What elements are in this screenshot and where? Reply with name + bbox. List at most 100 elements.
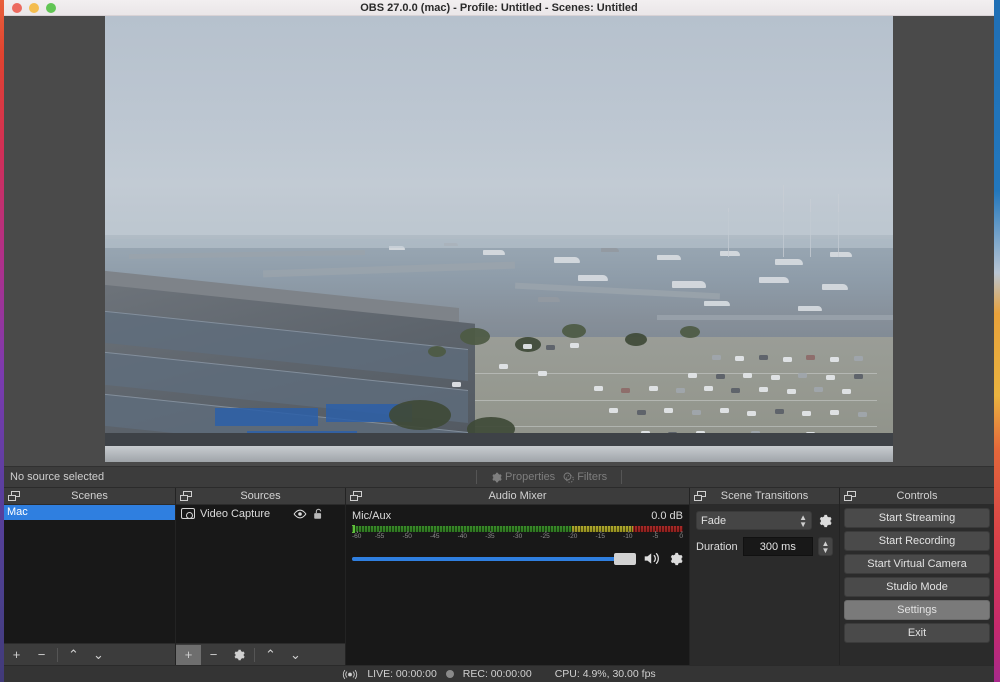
scenes-list[interactable]: Mac	[4, 505, 175, 643]
car	[649, 386, 658, 391]
audio-channel-header: Mic/Aux 0.0 dB	[352, 510, 683, 522]
scenes-dock-header[interactable]: Scenes	[4, 488, 175, 505]
car	[720, 408, 729, 413]
move-scene-up-button[interactable]: ⌃	[61, 645, 86, 665]
car	[830, 357, 839, 362]
car	[787, 389, 796, 394]
sources-dock-header[interactable]: Sources	[176, 488, 345, 505]
volume-slider-handle[interactable]	[614, 553, 636, 565]
meter-tick: -55	[375, 533, 384, 540]
meter-tick: -5	[653, 533, 659, 540]
tree	[428, 346, 446, 357]
move-scene-down-button[interactable]: ⌄	[86, 645, 111, 665]
status-bar: LIVE: 00:00:00 REC: 00:00:00 CPU: 4.9%, …	[4, 665, 994, 682]
car	[594, 386, 603, 391]
car	[704, 386, 713, 391]
scene-transitions-dock-header[interactable]: Scene Transitions	[690, 488, 839, 505]
meter-red-zone	[633, 526, 683, 532]
meter-tick: -35	[485, 533, 494, 540]
car	[688, 373, 697, 378]
properties-button[interactable]: Properties	[487, 471, 559, 483]
car	[499, 364, 508, 369]
speaker-on-icon[interactable]	[643, 551, 662, 566]
unlocked-padlock-icon[interactable]	[312, 508, 325, 520]
transition-dropdown[interactable]: Fade ▲▼	[696, 511, 812, 530]
meter-tick: -25	[540, 533, 549, 540]
tree	[460, 328, 490, 345]
move-source-up-button[interactable]: ⌃	[258, 645, 283, 665]
car	[806, 355, 815, 360]
move-source-down-button[interactable]: ⌄	[283, 645, 308, 665]
sources-dock-title: Sources	[176, 490, 345, 502]
car	[743, 373, 752, 378]
scenes-dock-title: Scenes	[4, 490, 175, 502]
car	[735, 356, 744, 361]
meter-tick: -60	[352, 533, 361, 540]
car	[621, 388, 630, 393]
studio-mode-button[interactable]: Studio Mode	[844, 577, 990, 597]
audio-mixer-dock: Audio Mixer Mic/Aux 0.0 dB	[345, 488, 689, 665]
settings-button[interactable]: Settings	[844, 600, 990, 620]
scene-transitions-dock-title: Scene Transitions	[690, 490, 839, 502]
controls-dock-title: Controls	[840, 490, 994, 502]
filters-button[interactable]: Filters	[559, 471, 611, 483]
audio-mixer-dock-title: Audio Mixer	[346, 490, 689, 502]
remove-source-button[interactable]: −	[201, 645, 226, 665]
boat	[672, 281, 706, 288]
car	[854, 374, 863, 379]
sources-toolbar: + − ⌃ ⌄	[176, 643, 345, 665]
boat	[759, 277, 789, 283]
volume-slider[interactable]	[352, 557, 636, 561]
toolbar-divider	[621, 470, 622, 484]
source-list-item[interactable]: Video Capture	[176, 505, 345, 522]
lot-marking	[452, 400, 878, 401]
eye-icon[interactable]	[293, 509, 307, 519]
start-streaming-button[interactable]: Start Streaming	[844, 508, 990, 528]
boat	[704, 301, 730, 306]
lot-marking	[452, 373, 878, 374]
boat	[798, 306, 822, 311]
spinbox-arrows-icon[interactable]: ▲▼	[818, 537, 833, 556]
tree	[562, 324, 586, 338]
boat	[601, 248, 619, 252]
duration-input[interactable]: 300 ms	[743, 537, 813, 556]
car	[759, 387, 768, 392]
meter-tick: -10	[623, 533, 632, 540]
sources-list[interactable]: Video Capture	[176, 505, 345, 643]
blue-awning	[215, 408, 317, 426]
car	[802, 411, 811, 416]
car	[747, 411, 756, 416]
program-preview-canvas[interactable]	[105, 16, 893, 462]
car	[842, 389, 851, 394]
camera-icon	[181, 508, 195, 519]
preview-area[interactable]	[4, 16, 994, 466]
car	[716, 374, 725, 379]
car	[452, 382, 461, 387]
transition-properties-button[interactable]	[817, 514, 833, 528]
controls-dock-header[interactable]: Controls	[840, 488, 994, 505]
scene-list-item[interactable]: Mac	[4, 505, 175, 520]
exit-button[interactable]: Exit	[844, 623, 990, 643]
boat	[822, 284, 848, 290]
audio-mixer-dock-header[interactable]: Audio Mixer	[346, 488, 689, 505]
add-source-button[interactable]: +	[176, 645, 201, 665]
audio-settings-gear-icon[interactable]	[669, 552, 683, 566]
audio-meter-scale: -60-55-50-45-40-35-30-25-20-15-10-50	[352, 533, 683, 544]
start-virtual-camera-button[interactable]: Start Virtual Camera	[844, 554, 990, 574]
boat	[830, 252, 852, 257]
car	[814, 387, 823, 392]
remove-scene-button[interactable]: −	[29, 645, 54, 665]
balcony-rail	[105, 446, 893, 462]
start-recording-button[interactable]: Start Recording	[844, 531, 990, 551]
audio-channel-level: 0.0 dB	[651, 510, 683, 522]
source-properties-button[interactable]	[226, 645, 251, 665]
car	[783, 357, 792, 362]
volume-slider-fill	[352, 557, 636, 561]
transition-select-row: Fade ▲▼	[696, 511, 833, 530]
car	[775, 409, 784, 414]
boat	[775, 259, 803, 265]
up-down-arrows-icon[interactable]: ▲▼	[799, 514, 807, 528]
car	[826, 375, 835, 380]
add-scene-button[interactable]: +	[4, 645, 29, 665]
filters-label: Filters	[577, 471, 607, 483]
